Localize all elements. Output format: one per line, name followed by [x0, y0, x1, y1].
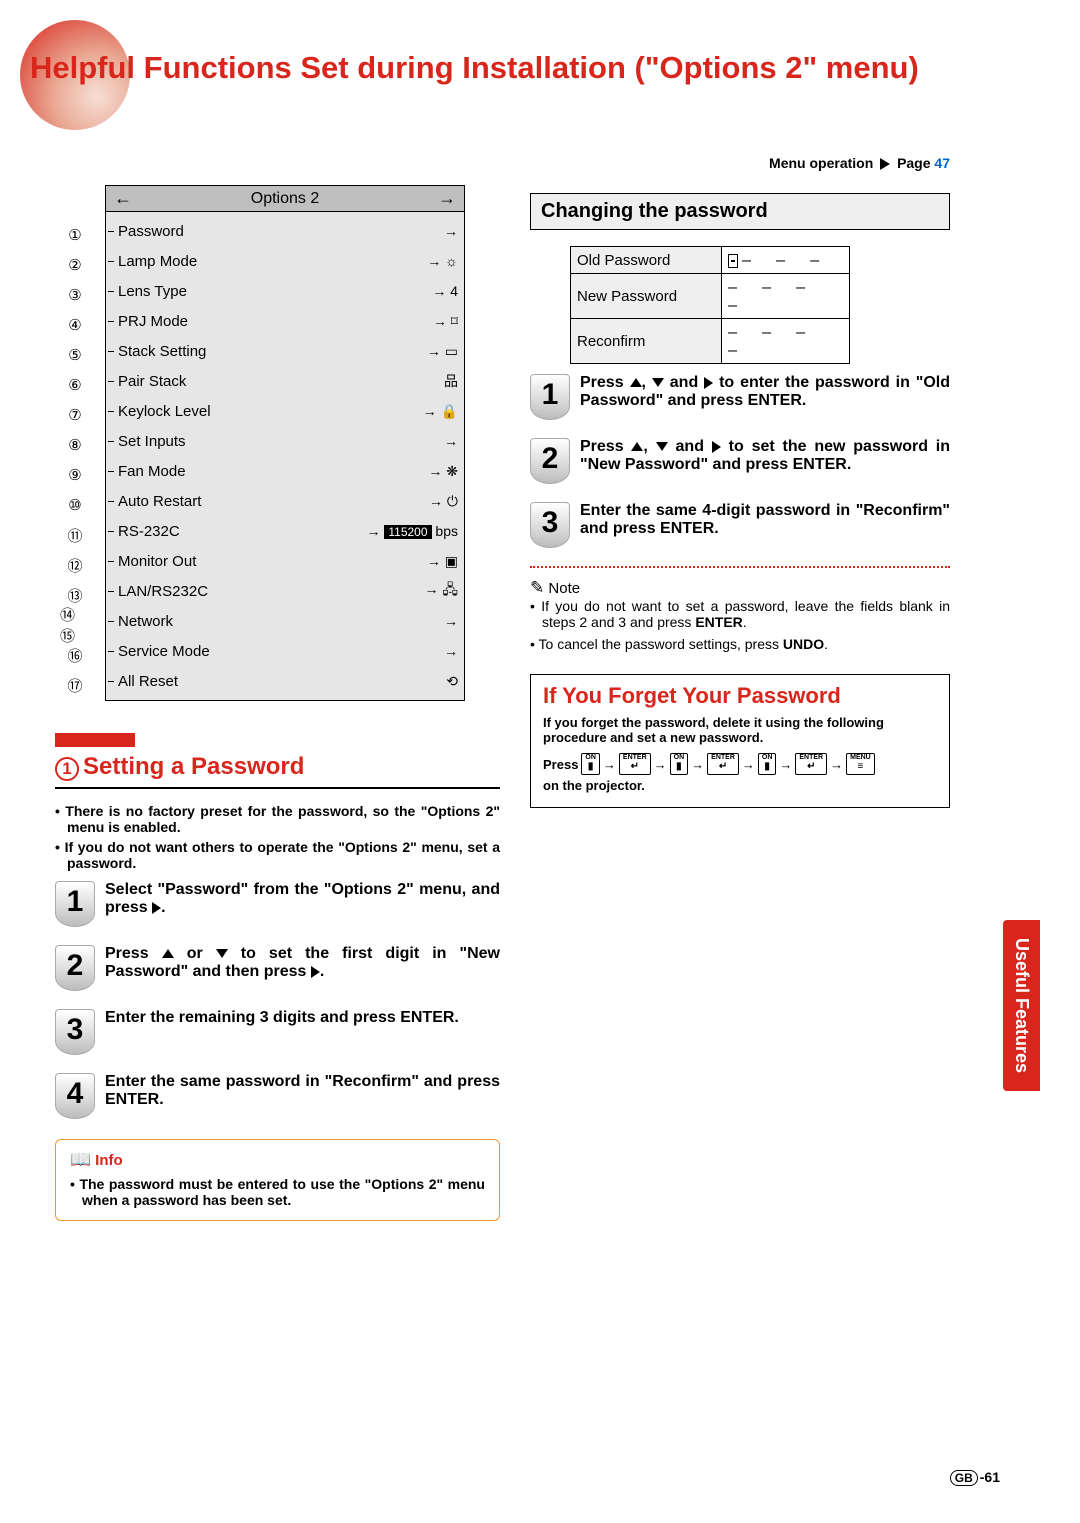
book-icon: 📖 [70, 1150, 91, 1169]
osd-menu-item: Service Mode→ [106, 636, 464, 666]
osd-menu-item: Fan Mode→ ❋ [106, 456, 464, 486]
password-row: Old Password– – – [571, 247, 849, 273]
menu-operation-ref: Menu operation Page 47 [769, 155, 950, 171]
osd-menu-item: RS-232C→ 115200 bps [106, 516, 464, 546]
osd-menu-item: Stack Setting→ ▭ [106, 336, 464, 366]
pencil-icon: ✎ [530, 578, 544, 597]
section-bullets: There is no factory preset for the passw… [55, 803, 500, 871]
password-row: Reconfirm– – – – [571, 318, 849, 363]
osd-menu-item: Auto Restart→ ⏻ [106, 486, 464, 516]
step: 4Enter the same password in "Reconfirm" … [55, 1073, 500, 1119]
osd-menu-item: PRJ Mode→ ⌑ [106, 306, 464, 336]
osd-menu-item: Lens Type→ 4 [106, 276, 464, 306]
osd-menu-header: ← Options 2 → [105, 185, 465, 212]
side-tab: Useful Features [1003, 920, 1040, 1091]
page-number: GB-61 [950, 1469, 1000, 1485]
info-box: 📖Info The password must be entered to us… [55, 1139, 500, 1221]
osd-menu-item: All Reset⟲ [106, 666, 464, 696]
step: 2Press or to set the first digit in "New… [55, 945, 500, 991]
osd-menu: ← Options 2 → Password→Lamp Mode→ ☼Lens … [105, 185, 465, 701]
osd-menu-item: LAN/RS232C→ 🖧 [106, 576, 464, 606]
step: 1Press , and to enter the password in "O… [530, 374, 950, 420]
step: 2Press , and to set the new password in … [530, 438, 950, 484]
subsection-heading: Changing the password [530, 193, 950, 230]
section-accent [55, 733, 135, 747]
osd-menu-item: Network→ [106, 606, 464, 636]
arrow-right-icon [880, 158, 890, 170]
menu-item-numbers: ①②③④⑤⑥⑦⑧⑨⑩⑪⑫⑬⑭ ⑮⑯⑰ [60, 220, 90, 700]
step-number-badge: 4 [55, 1073, 95, 1119]
step-number-badge: 2 [530, 438, 570, 484]
section-heading: 1Setting a Password [55, 753, 500, 789]
step-number-badge: 1 [55, 881, 95, 927]
password-dialog: Old Password– – –New Password– – – –Reco… [570, 246, 850, 364]
osd-menu-item: Pair Stack品 [106, 366, 464, 396]
page-title: Helpful Functions Set during Installatio… [30, 50, 919, 86]
osd-menu-item: Password→ [106, 216, 464, 246]
key-icon: ENTER↵ [707, 753, 739, 775]
key-icon: ON▮ [758, 753, 777, 775]
step-number-badge: 3 [55, 1009, 95, 1055]
step: 3Enter the same 4-digit password in "Rec… [530, 502, 950, 548]
step-number-badge: 3 [530, 502, 570, 548]
step: 1Select "Password" from the "Options 2" … [55, 881, 500, 927]
step: 3Enter the remaining 3 digits and press … [55, 1009, 500, 1055]
forget-password-box: If You Forget Your Password If you forge… [530, 674, 950, 808]
osd-menu-item: Monitor Out→ ▣ [106, 546, 464, 576]
step-number-badge: 2 [55, 945, 95, 991]
page-link[interactable]: 47 [934, 155, 950, 171]
key-icon: ENTER↵ [795, 753, 827, 775]
osd-menu-item: Set Inputs→ [106, 426, 464, 456]
key-icon: ON▮ [670, 753, 689, 775]
osd-menu-item: Keylock Level→ 🔒 [106, 396, 464, 426]
key-icon: ON▮ [581, 753, 600, 775]
key-icon: MENU≡ [846, 753, 875, 775]
step-number-badge: 1 [530, 374, 570, 420]
key-icon: ENTER↵ [619, 753, 651, 775]
note-box: ✎ Note If you do not want to set a passw… [530, 566, 950, 652]
password-row: New Password– – – – [571, 273, 849, 318]
osd-menu-item: Lamp Mode→ ☼ [106, 246, 464, 276]
